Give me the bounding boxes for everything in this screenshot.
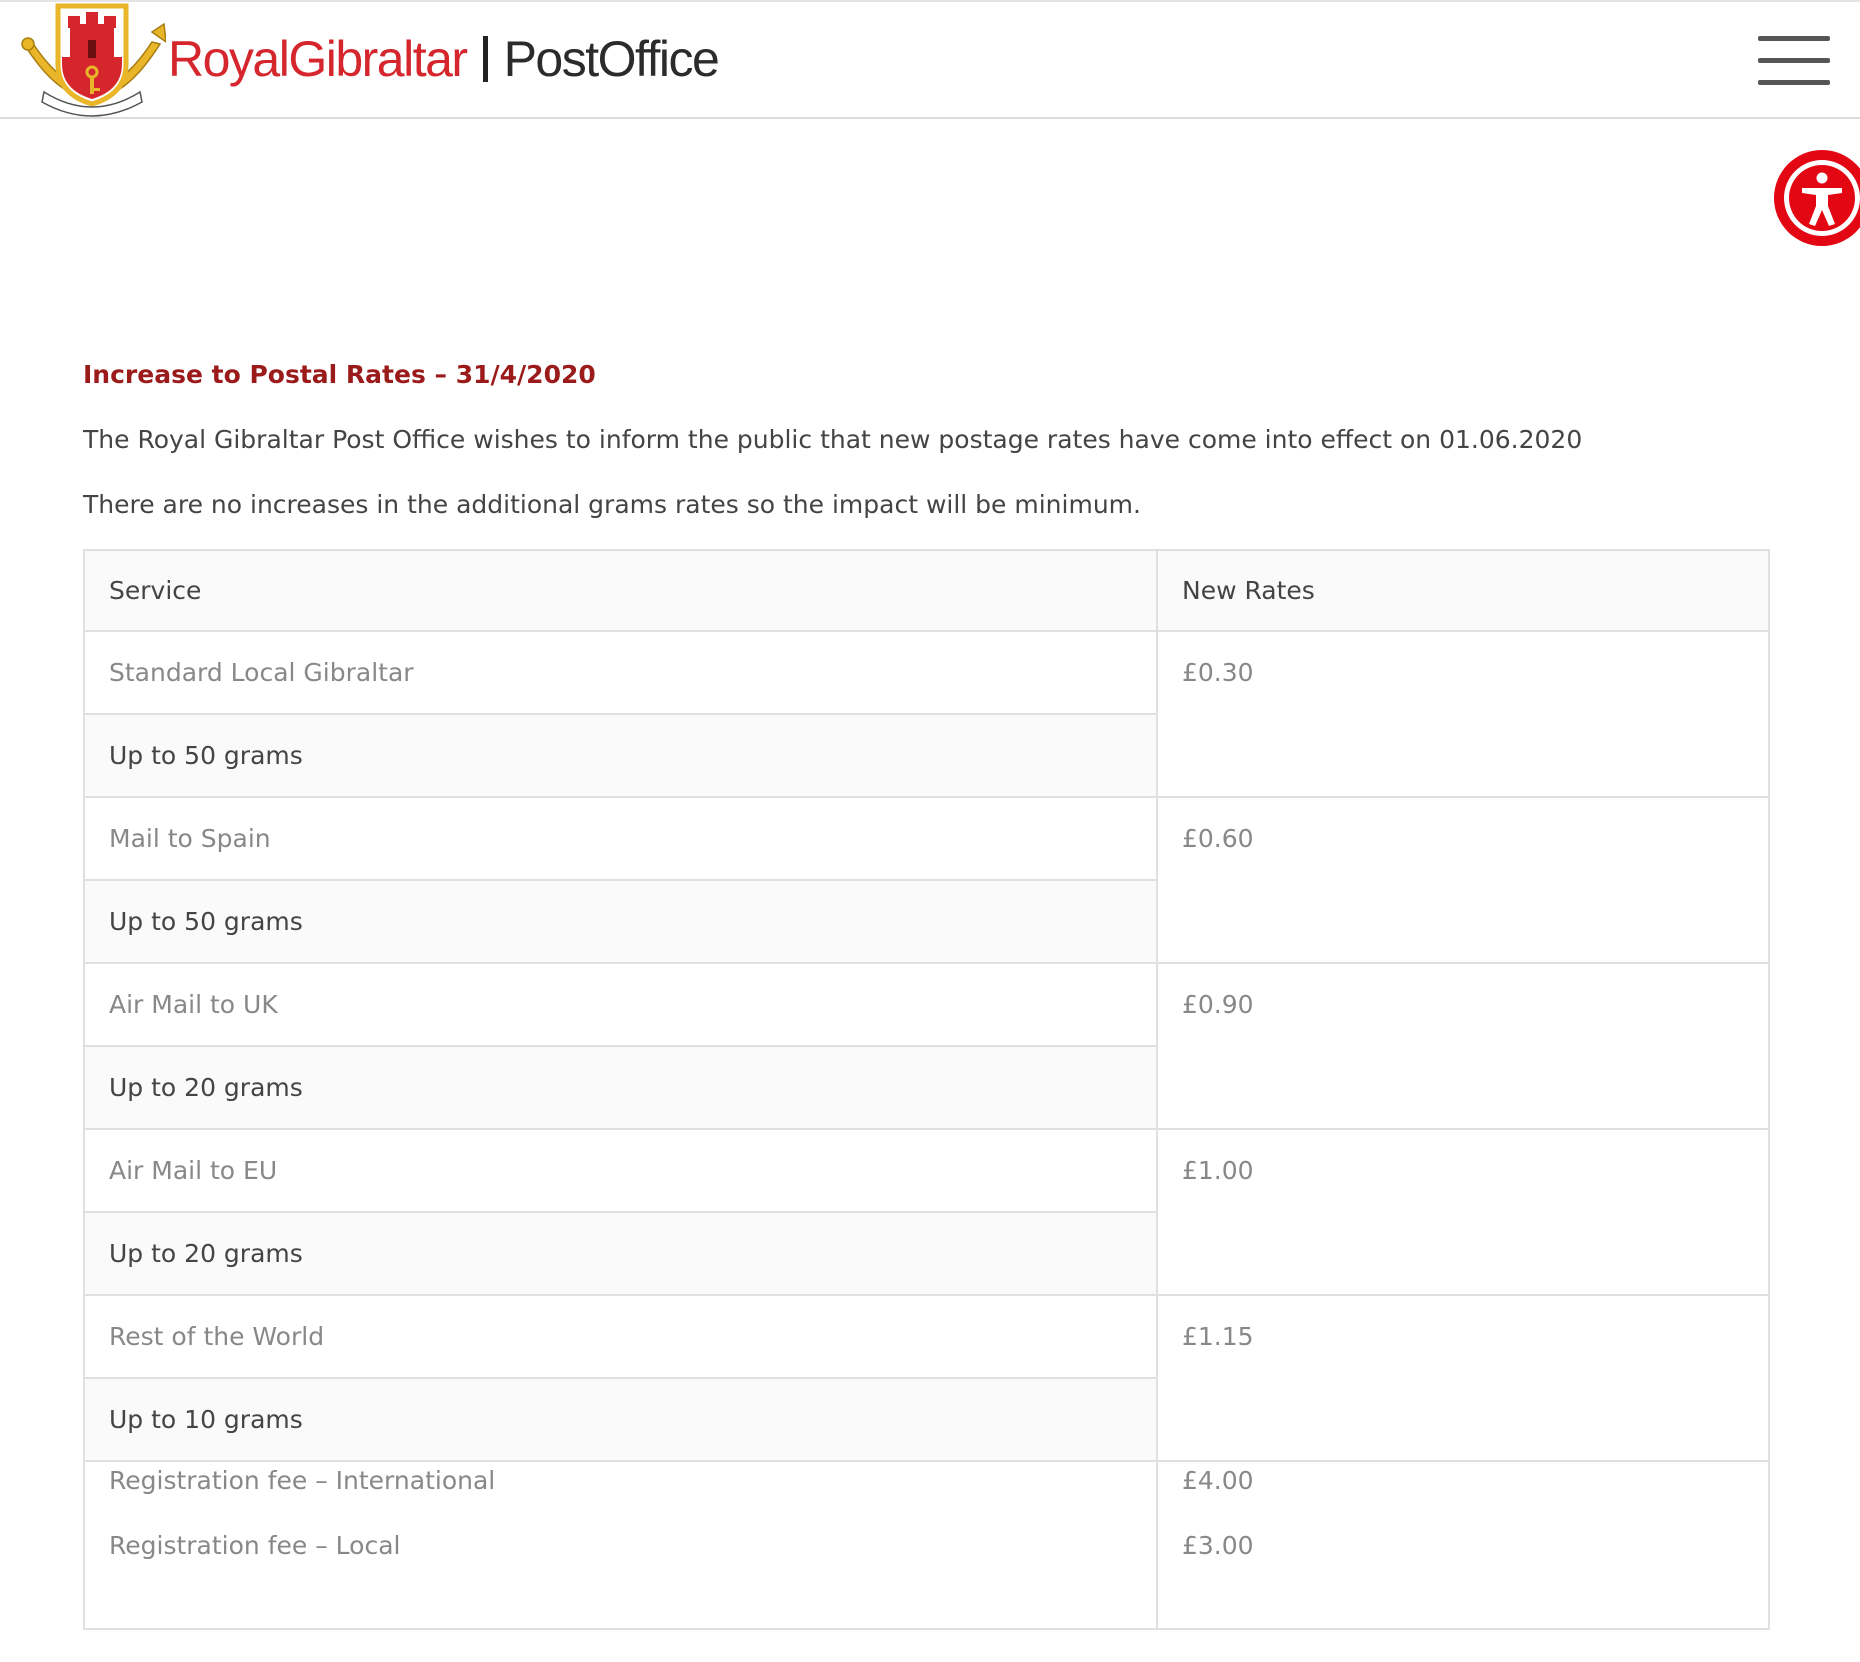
registration-fee-names: Registration fee – International Registr… [83,1460,1158,1630]
service-name: Air Mail to EU [83,1128,1158,1213]
service-rate: £1.00 [1156,1128,1770,1296]
service-weight: Up to 20 grams [83,1045,1158,1130]
registration-fee-rates: £4.00 £3.00 [1156,1460,1770,1630]
service-weight: Up to 20 grams [83,1211,1158,1296]
service-rate: £1.15 [1156,1294,1770,1462]
brand-wordmark[interactable]: RoyalGibraltar PostOffice [168,26,720,92]
service-name: Standard Local Gibraltar [83,630,1158,715]
table-row: Air Mail to EU £1.00 [83,1128,1770,1296]
table-header-row: Service New Rates [83,549,1770,632]
column-header-new-rates: New Rates [1156,549,1770,632]
registration-fee-local-rate: £3.00 [1182,1531,1254,1560]
column-header-service: Service [83,549,1158,632]
table-row-registration-fees: Registration fee – International Registr… [83,1460,1770,1630]
postal-rates-table: Service New Rates Standard Local Gibralt… [83,549,1770,1630]
article-title: Increase to Postal Rates – 31/4/2020 [83,360,596,389]
table-row: Mail to Spain £0.60 [83,796,1770,964]
menu-bar [1758,58,1830,63]
table-row: Air Mail to UK £0.90 [83,962,1770,1130]
article-paragraph-impact: There are no increases in the additional… [83,490,1141,519]
service-rate: £0.90 [1156,962,1770,1130]
service-rate: £0.30 [1156,630,1770,798]
service-weight: Up to 50 grams [83,879,1158,964]
post-office-crest-logo[interactable] [18,2,166,120]
service-weight: Up to 10 grams [83,1377,1158,1462]
menu-bar [1758,80,1830,85]
brand-royal-gibraltar: RoyalGibraltar [168,31,468,87]
brand-divider [482,36,488,82]
page: RoyalGibraltar PostOffice Increase to Po… [0,0,1860,1662]
service-weight: Up to 50 grams [83,713,1158,798]
article-paragraph-effective-date: The Royal Gibraltar Post Office wishes t… [83,425,1583,454]
article-content: Increase to Postal Rates – 31/4/2020 The… [83,355,1769,525]
hamburger-menu-icon[interactable] [1758,36,1830,86]
table-row: Rest of the World £1.15 [83,1294,1770,1462]
accessibility-person-icon[interactable] [1772,148,1860,248]
service-rate: £0.60 [1156,796,1770,964]
service-name: Mail to Spain [83,796,1158,881]
brand-post-office: PostOffice [503,31,720,87]
registration-fee-international-rate: £4.00 [1182,1466,1254,1495]
site-header: RoyalGibraltar PostOffice [0,0,1860,119]
registration-fee-local-label: Registration fee – Local [109,1531,401,1560]
service-name: Air Mail to UK [83,962,1158,1047]
table-row: Standard Local Gibraltar £0.30 [83,630,1770,798]
registration-fee-international-label: Registration fee – International [109,1466,496,1495]
menu-bar [1758,36,1830,41]
service-name: Rest of the World [83,1294,1158,1379]
